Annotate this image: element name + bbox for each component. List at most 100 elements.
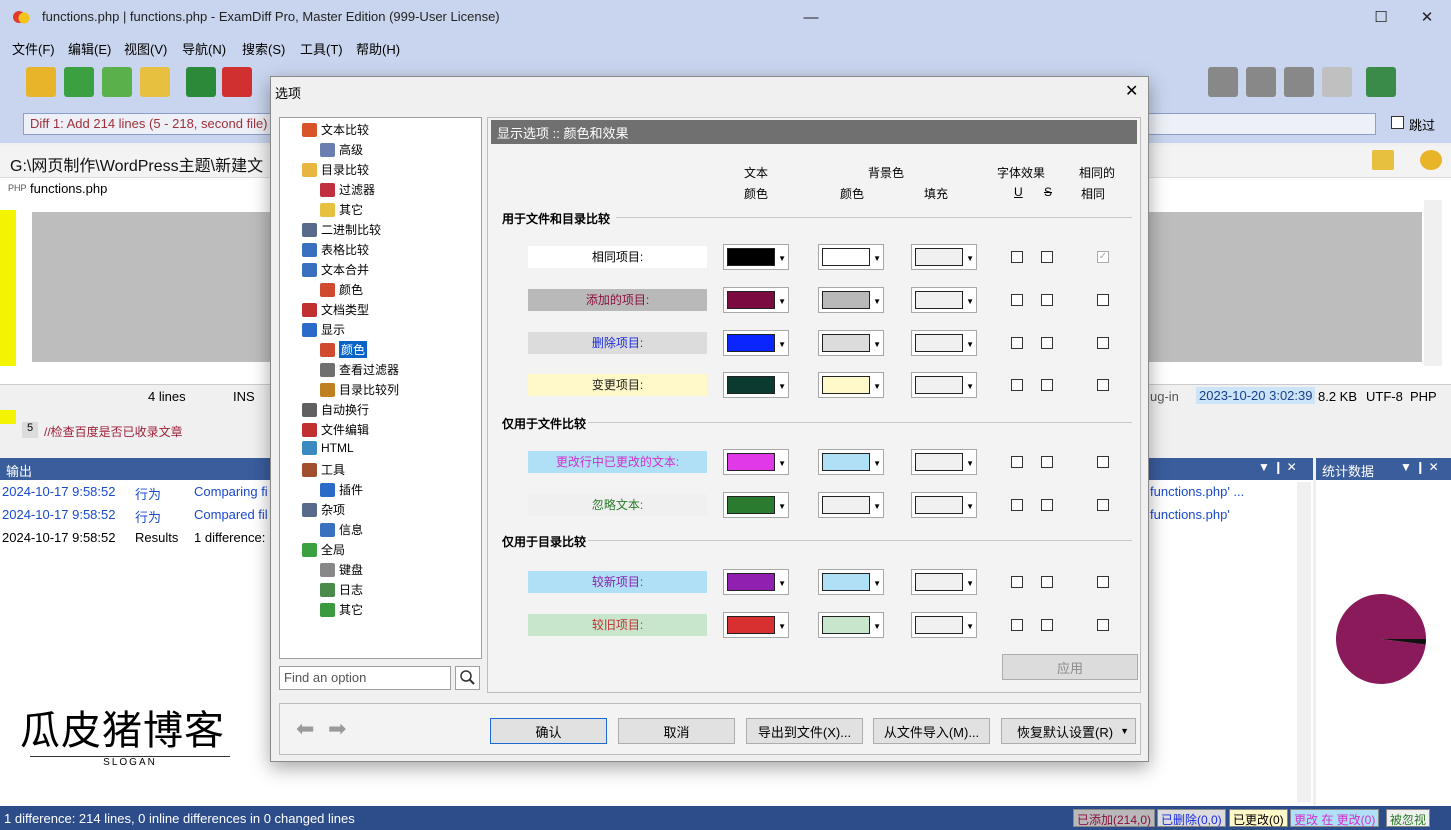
text-color-picker[interactable]: ▼ <box>723 492 789 518</box>
menu-navigate[interactable]: 导航(N) <box>182 39 226 58</box>
strike-checkbox[interactable] <box>1041 499 1053 511</box>
tree-item[interactable]: 查看过滤器 <box>320 361 399 378</box>
tree-item[interactable]: 表格比较 <box>302 241 369 258</box>
strike-checkbox[interactable] <box>1041 456 1053 468</box>
fill-color-picker[interactable]: ▼ <box>911 287 977 313</box>
bg-color-picker[interactable]: ▼ <box>818 569 884 595</box>
menu-edit[interactable]: 编辑(E) <box>68 39 111 58</box>
bg-color-picker[interactable]: ▼ <box>818 449 884 475</box>
export-button[interactable]: 导出到文件(X)... <box>746 718 863 744</box>
output-scrollbar[interactable] <box>1297 482 1311 802</box>
same-checkbox[interactable] <box>1097 499 1109 511</box>
fill-color-picker[interactable]: ▼ <box>911 372 977 398</box>
case-icon[interactable] <box>1322 67 1352 97</box>
tree-item[interactable]: 自动换行 <box>302 401 369 418</box>
tree-item[interactable]: 高级 <box>320 141 363 158</box>
text-color-picker[interactable]: ▼ <box>723 244 789 270</box>
refresh-icon[interactable] <box>64 67 94 97</box>
forward-arrow-icon[interactable]: ➡ <box>328 716 346 742</box>
restore-defaults-button[interactable]: 恢复默认设置(R) ▼ <box>1001 718 1136 744</box>
bg-color-picker[interactable]: ▼ <box>818 492 884 518</box>
bg-color-picker[interactable]: ▼ <box>818 330 884 356</box>
tree-item[interactable]: 文本合并 <box>302 261 369 278</box>
menu-search[interactable]: 搜索(S) <box>242 39 285 58</box>
tree-item[interactable]: 工具 <box>302 461 345 478</box>
same-checkbox[interactable] <box>1097 576 1109 588</box>
strike-checkbox[interactable] <box>1041 337 1053 349</box>
underline-checkbox[interactable] <box>1011 456 1023 468</box>
tree-item[interactable]: 颜色 <box>320 341 368 358</box>
tree-item[interactable]: 显示 <box>302 321 345 338</box>
text-color-picker[interactable]: ▼ <box>723 569 789 595</box>
tree-item[interactable]: 全局 <box>302 541 345 558</box>
fill-color-picker[interactable]: ▼ <box>911 492 977 518</box>
fill-color-picker[interactable]: ▼ <box>911 449 977 475</box>
bg-color-picker[interactable]: ▼ <box>818 244 884 270</box>
underline-checkbox[interactable] <box>1011 499 1023 511</box>
search-icon[interactable] <box>455 666 480 690</box>
underline-checkbox[interactable] <box>1011 337 1023 349</box>
maximize-icon[interactable]: ☐ <box>1366 4 1396 30</box>
apply-button[interactable]: 应用 <box>1002 654 1138 680</box>
swap-icon[interactable] <box>102 67 132 97</box>
tree-item[interactable]: 目录比较 <box>302 161 369 178</box>
tree-item[interactable]: 插件 <box>320 481 363 498</box>
vertical-scrollbar[interactable] <box>1424 200 1442 366</box>
underline-checkbox[interactable] <box>1011 294 1023 306</box>
text-color-picker[interactable]: ▼ <box>723 612 789 638</box>
dialog-close-icon[interactable]: ✕ <box>1125 81 1138 101</box>
menu-help[interactable]: 帮助(H) <box>356 39 400 58</box>
options-tree[interactable]: 文本比较 高级 目录比较 过滤器 其它 二进制比较 表格比较 文本合并 颜色 文档类型 显示 颜色 查看… <box>279 117 482 659</box>
save-icon[interactable] <box>186 67 216 97</box>
stats-pin-icon[interactable]: ▼ ❙ ✕ <box>1400 460 1439 474</box>
cancel-button[interactable]: 取消 <box>618 718 735 744</box>
strike-checkbox[interactable] <box>1041 576 1053 588</box>
close-icon[interactable]: ✕ <box>1412 4 1442 30</box>
bg-color-picker[interactable]: ▼ <box>818 372 884 398</box>
find-next-icon[interactable] <box>1246 67 1276 97</box>
fill-color-picker[interactable]: ▼ <box>911 569 977 595</box>
tree-item[interactable]: 文件编辑 <box>302 421 369 438</box>
tree-item[interactable]: 其它 <box>320 601 363 618</box>
tree-item[interactable]: 日志 <box>320 581 363 598</box>
underline-checkbox[interactable] <box>1011 251 1023 263</box>
tree-item[interactable]: 杂项 <box>302 501 345 518</box>
layout-icon[interactable] <box>1366 67 1396 97</box>
tree-item[interactable]: 颜色 <box>320 281 363 298</box>
bg-color-picker[interactable]: ▼ <box>818 612 884 638</box>
tree-item[interactable]: 键盘 <box>320 561 363 578</box>
folder-icon[interactable] <box>1372 150 1394 170</box>
text-color-picker[interactable]: ▼ <box>723 287 789 313</box>
underline-checkbox[interactable] <box>1011 576 1023 588</box>
ok-button[interactable]: 确认 <box>490 718 607 744</box>
same-checkbox[interactable] <box>1097 456 1109 468</box>
tree-item[interactable]: 文档类型 <box>302 301 369 318</box>
same-checkbox[interactable] <box>1097 337 1109 349</box>
minimize-icon[interactable]: — <box>796 4 826 30</box>
compare-icon[interactable] <box>26 67 56 97</box>
tree-item[interactable]: 信息 <box>320 521 363 538</box>
fill-color-picker[interactable]: ▼ <box>911 612 977 638</box>
find-option-input[interactable]: Find an option <box>279 666 451 690</box>
open-folder-icon[interactable] <box>140 67 170 97</box>
fill-color-picker[interactable]: ▼ <box>911 244 977 270</box>
same-checkbox[interactable]: ✓ <box>1097 251 1109 263</box>
tree-item[interactable]: 其它 <box>320 201 363 218</box>
strike-checkbox[interactable] <box>1041 251 1053 263</box>
strike-checkbox[interactable] <box>1041 379 1053 391</box>
same-checkbox[interactable] <box>1097 379 1109 391</box>
compare-small-icon[interactable] <box>1420 150 1442 170</box>
pin-icon[interactable]: ▼ ❙ ✕ <box>1258 460 1297 474</box>
fill-color-picker[interactable]: ▼ <box>911 330 977 356</box>
binoculars-icon[interactable] <box>1208 67 1238 97</box>
strike-checkbox[interactable] <box>1041 294 1053 306</box>
text-color-picker[interactable]: ▼ <box>723 330 789 356</box>
import-button[interactable]: 从文件导入(M)... <box>873 718 990 744</box>
text-color-picker[interactable]: ▼ <box>723 372 789 398</box>
tree-item[interactable]: 文本比较 <box>302 121 369 138</box>
text-color-picker[interactable]: ▼ <box>723 449 789 475</box>
underline-checkbox[interactable] <box>1011 619 1023 631</box>
tree-item[interactable]: 目录比较列 <box>320 381 399 398</box>
tree-item[interactable]: 过滤器 <box>320 181 375 198</box>
strike-checkbox[interactable] <box>1041 619 1053 631</box>
